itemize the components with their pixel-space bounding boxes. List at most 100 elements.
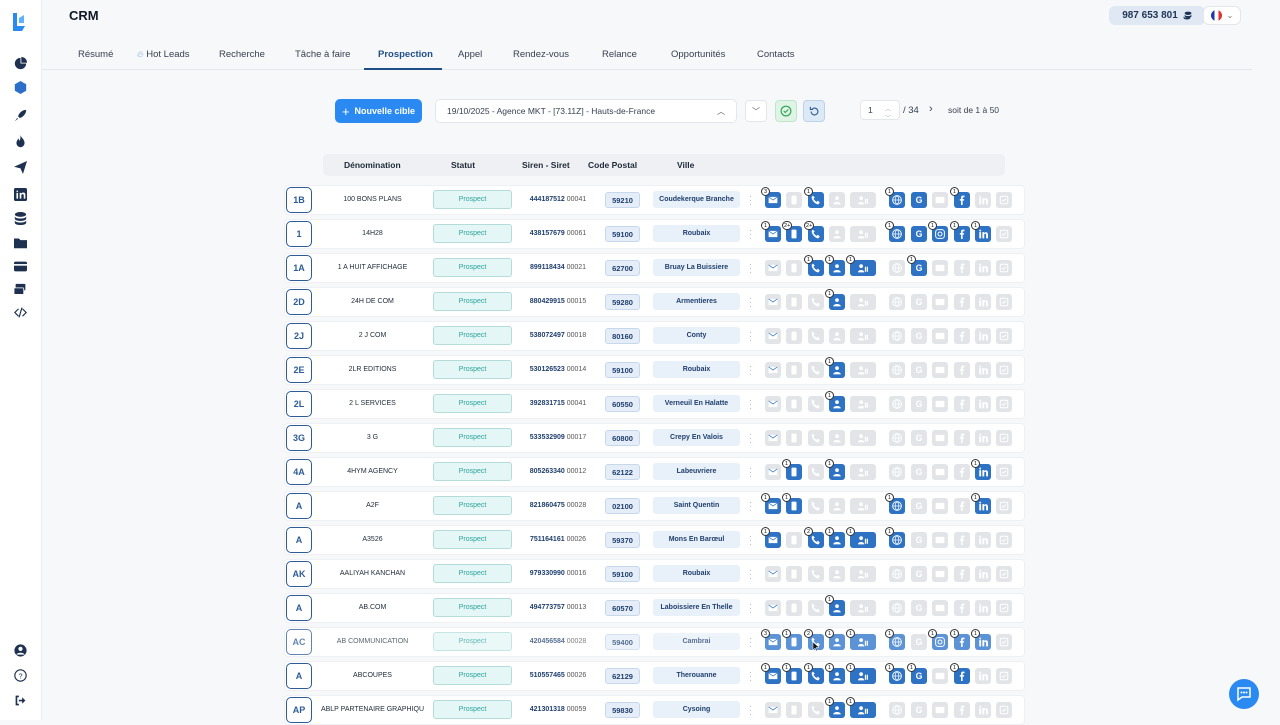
twitter-icon[interactable] — [996, 192, 1012, 208]
mobile-icon[interactable]: 1 — [782, 629, 802, 650]
table-row[interactable]: AP ABLP PARTENAIRE GRAPHIQU Prospect 421301… — [284, 695, 1025, 725]
twitter-icon[interactable] — [996, 498, 1012, 514]
google-icon[interactable]: G — [911, 702, 927, 718]
table-row[interactable]: 2L 2 L SERVICES Prospect 392831715 00041 605… — [284, 389, 1025, 419]
contact-icon[interactable] — [829, 328, 845, 344]
twitter-icon[interactable] — [996, 362, 1012, 378]
row-menu-icon[interactable]: · · · — [749, 566, 752, 583]
website-icon[interactable] — [889, 430, 905, 446]
row-menu-icon[interactable]: · · · — [749, 498, 752, 515]
status-badge[interactable]: Prospect — [433, 700, 512, 719]
row-menu-icon[interactable]: · · · — [749, 668, 752, 685]
company-initials-badge[interactable]: 2D — [286, 289, 312, 315]
table-row[interactable]: A ABCOUPES Prospect 510557465 00026 62129 The… — [284, 661, 1025, 691]
twitter-icon[interactable] — [996, 430, 1012, 446]
table-row[interactable]: 1A 1 A HUIT AFFICHAGE Prospect 899118434 00… — [284, 253, 1025, 283]
linkedin-contact-icon[interactable] — [850, 226, 876, 242]
linkedin-icon[interactable] — [975, 566, 991, 582]
twitter-icon[interactable] — [996, 566, 1012, 582]
sidebar-linkedin-icon[interactable] — [12, 186, 28, 202]
company-name[interactable]: 2 L SERVICES — [320, 400, 425, 407]
company-name[interactable]: A2F — [320, 502, 425, 509]
linkedin-icon[interactable] — [975, 668, 991, 684]
status-badge[interactable]: Prospect — [433, 462, 512, 481]
linkedin-contact-icon[interactable] — [850, 294, 876, 310]
row-menu-icon[interactable]: · · · — [749, 396, 752, 413]
email-icon[interactable] — [765, 702, 781, 718]
contact-icon[interactable]: 1 — [825, 595, 845, 616]
mobile-icon[interactable] — [786, 328, 802, 344]
mobile-icon[interactable] — [786, 702, 802, 718]
contact-icon[interactable]: 1 — [825, 459, 845, 480]
facebook-icon[interactable]: 1 — [950, 187, 970, 208]
twitter-icon[interactable] — [996, 260, 1012, 276]
stepper-icon[interactable]: ︿ ﹀ — [885, 104, 891, 122]
contact-icon[interactable]: 1 — [825, 527, 845, 548]
list-icon[interactable] — [932, 396, 948, 412]
phone-icon[interactable] — [808, 600, 824, 616]
phone-icon[interactable] — [808, 430, 824, 446]
tab-opportunites[interactable]: Opportunités — [671, 49, 725, 60]
linkedin-icon[interactable] — [975, 396, 991, 412]
company-initials-badge[interactable]: 1A — [286, 255, 312, 281]
sidebar-user-icon[interactable] — [12, 642, 28, 658]
status-badge[interactable]: Prospect — [433, 530, 512, 549]
contact-icon[interactable] — [829, 430, 845, 446]
list-icon[interactable] — [932, 192, 948, 208]
contact-icon[interactable] — [829, 226, 845, 242]
table-row[interactable]: AK AALIYAH KANCHAN Prospect 979330990 00016… — [284, 559, 1025, 589]
phone-icon[interactable]: 1 — [804, 663, 824, 684]
contact-icon[interactable]: 1 — [825, 357, 845, 378]
twitter-icon[interactable] — [996, 328, 1012, 344]
list-icon[interactable] — [932, 430, 948, 446]
linkedin-icon[interactable] — [975, 294, 991, 310]
company-name[interactable]: 3 G — [320, 434, 425, 441]
linkedin-contact-icon[interactable] — [850, 430, 876, 446]
linkedin-contact-icon[interactable] — [850, 328, 876, 344]
contact-icon[interactable]: 1 — [825, 391, 845, 412]
twitter-icon[interactable] — [996, 702, 1012, 718]
mobile-icon[interactable]: 1 — [782, 663, 802, 684]
row-menu-icon[interactable]: · · · — [749, 226, 752, 243]
app-logo[interactable] — [11, 12, 27, 37]
email-icon[interactable] — [765, 566, 781, 582]
linkedin-icon[interactable]: 1 — [971, 221, 991, 242]
contact-icon[interactable] — [829, 566, 845, 582]
status-badge[interactable]: Prospect — [433, 428, 512, 447]
tab-contacts[interactable]: Contacts — [757, 49, 795, 60]
google-icon[interactable]: G — [911, 396, 927, 412]
phone-icon[interactable] — [808, 396, 824, 412]
tab-recherche[interactable]: Recherche — [219, 49, 265, 60]
email-icon[interactable] — [765, 328, 781, 344]
chat-button[interactable] — [1229, 679, 1259, 709]
facebook-icon[interactable] — [954, 294, 970, 310]
status-badge[interactable]: Prospect — [433, 666, 512, 685]
status-badge[interactable]: Prospect — [433, 496, 512, 515]
status-badge[interactable]: Prospect — [433, 292, 512, 311]
linkedin-contact-icon[interactable]: 1 — [846, 527, 876, 548]
website-icon[interactable]: 1 — [885, 663, 905, 684]
website-icon[interactable]: 1 — [885, 187, 905, 208]
tab-hot-leads[interactable]: 🔥︎ Hot Leads — [137, 49, 190, 60]
refresh-button[interactable] — [803, 100, 825, 122]
company-initials-badge[interactable]: 2E — [286, 357, 312, 383]
company-name[interactable]: AB COMMUNICATION — [320, 638, 425, 645]
list-icon[interactable] — [932, 532, 948, 548]
company-initials-badge[interactable]: A — [286, 663, 312, 689]
mobile-icon[interactable] — [786, 260, 802, 276]
linkedin-icon[interactable] — [975, 532, 991, 548]
tab-prospection[interactable]: Prospection — [378, 49, 433, 60]
facebook-icon[interactable] — [954, 260, 970, 276]
sidebar-crm-cube-icon[interactable] — [12, 79, 28, 95]
company-name[interactable]: AB.COM — [320, 604, 425, 611]
row-menu-icon[interactable]: · · · — [749, 600, 752, 617]
google-icon[interactable]: G — [911, 566, 927, 582]
company-initials-badge[interactable]: 3G — [286, 425, 312, 451]
website-icon[interactable] — [889, 294, 905, 310]
row-menu-icon[interactable]: · · · — [749, 294, 752, 311]
phone-icon[interactable]: 1 — [804, 187, 824, 208]
row-menu-icon[interactable]: · · · — [749, 634, 752, 651]
linkedin-icon[interactable] — [975, 328, 991, 344]
phone-icon[interactable] — [808, 566, 824, 582]
next-page-chevron-icon[interactable]: › — [929, 103, 933, 115]
